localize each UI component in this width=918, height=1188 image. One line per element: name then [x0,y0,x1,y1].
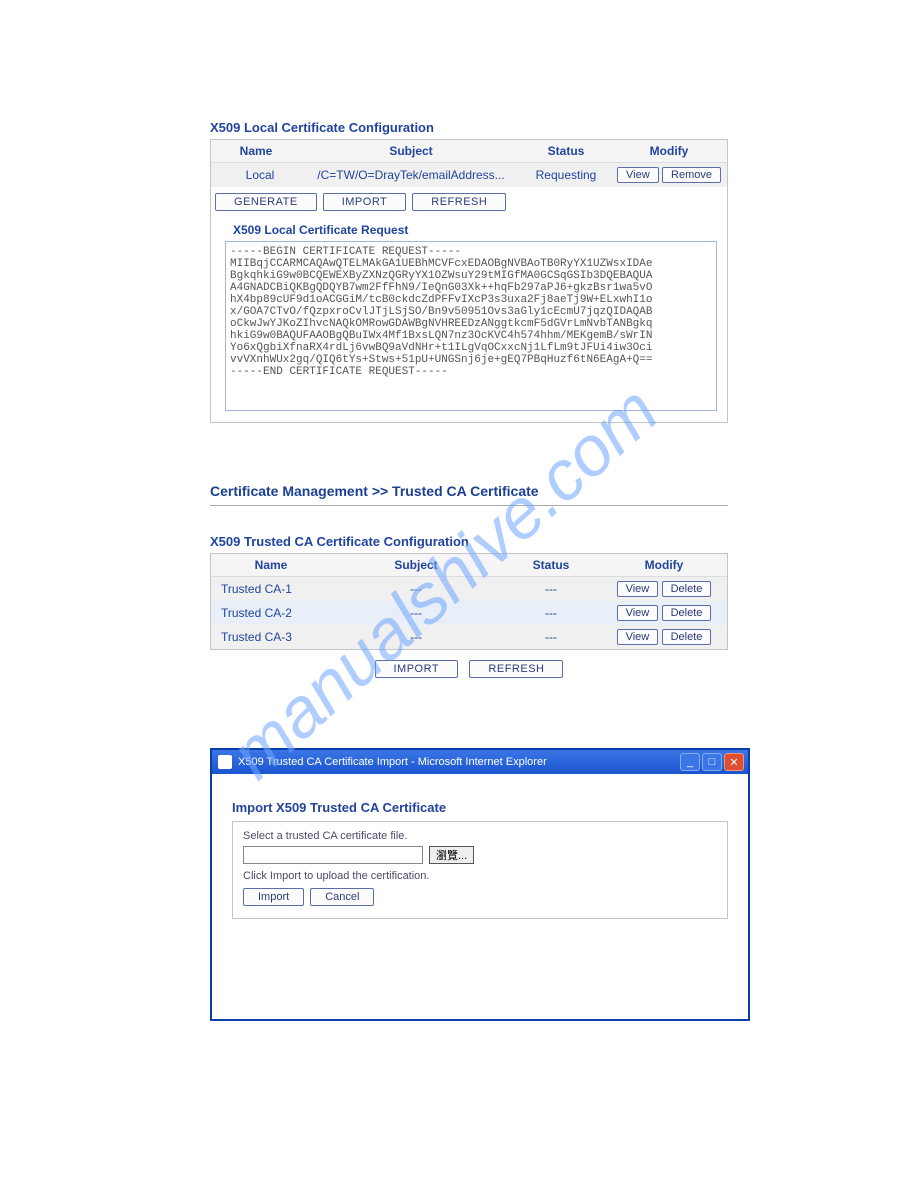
view-button[interactable]: View [617,629,659,645]
col-status: Status [521,140,611,163]
cell-name: Trusted CA-1 [211,577,331,602]
col-status: Status [501,554,601,577]
import-dialog: X509 Trusted CA Certificate Import - Mic… [210,748,750,1021]
cell-modify: View Remove [611,163,727,188]
delete-button[interactable]: Delete [662,581,712,597]
cell-status: --- [501,601,601,625]
import-submit-button[interactable]: Import [243,888,304,906]
table-row: Local /C=TW/O=DrayTek/emailAddress... Re… [211,163,727,188]
view-button[interactable]: View [617,581,659,597]
trusted-ca-panel: Name Subject Status Modify Trusted CA-1-… [210,553,728,650]
upload-instruction: Click Import to upload the certification… [243,870,717,882]
import-button[interactable]: IMPORT [375,660,459,678]
cell-modify: View Delete [601,601,727,625]
cell-subject: --- [331,577,501,602]
view-button[interactable]: View [617,167,659,183]
local-cert-title: X509 Local Certificate Configuration [210,120,728,135]
cell-subject: /C=TW/O=DrayTek/emailAddress... [301,163,521,188]
import-heading: Import X509 Trusted CA Certificate [232,800,728,815]
cell-subject: --- [331,625,501,649]
cert-request-textarea[interactable] [225,241,717,411]
breadcrumb: Certificate Management >> Trusted CA Cer… [210,483,728,499]
local-cert-panel: Name Subject Status Modify Local /C=TW/O… [210,139,728,423]
import-button[interactable]: IMPORT [323,193,407,211]
col-subject: Subject [331,554,501,577]
file-path-input[interactable] [243,846,423,864]
generate-button[interactable]: GENERATE [215,193,317,211]
cert-request-title: X509 Local Certificate Request [225,221,717,241]
cell-status: --- [501,577,601,602]
col-name: Name [211,554,331,577]
cell-subject: --- [331,601,501,625]
browse-button[interactable]: 瀏覽... [429,846,474,864]
delete-button[interactable]: Delete [662,629,712,645]
col-modify: Modify [611,140,727,163]
remove-button[interactable]: Remove [662,167,721,183]
delete-button[interactable]: Delete [662,605,712,621]
table-row: Trusted CA-2------View Delete [211,601,727,625]
cell-status: --- [501,625,601,649]
col-name: Name [211,140,301,163]
cell-modify: View Delete [601,577,727,602]
local-cert-table: Name Subject Status Modify Local /C=TW/O… [211,140,727,187]
close-button[interactable]: ✕ [724,753,744,771]
cell-name: Trusted CA-2 [211,601,331,625]
cell-modify: View Delete [601,625,727,649]
table-row: Trusted CA-1------View Delete [211,577,727,602]
file-select-box: Select a trusted CA certificate file. 瀏覽… [232,821,728,919]
cell-status: Requesting [521,163,611,188]
cell-name: Local [211,163,301,188]
cancel-button[interactable]: Cancel [310,888,374,906]
cell-name: Trusted CA-3 [211,625,331,649]
refresh-button[interactable]: REFRESH [412,193,506,211]
trusted-ca-actions: IMPORT REFRESH [210,650,728,688]
dialog-title: X509 Trusted CA Certificate Import - Mic… [238,756,547,768]
table-row: Trusted CA-3------View Delete [211,625,727,649]
view-button[interactable]: View [617,605,659,621]
local-cert-actions: GENERATE IMPORT REFRESH [211,187,727,217]
divider [210,505,728,506]
col-subject: Subject [301,140,521,163]
minimize-button[interactable]: _ [680,753,700,771]
select-file-label: Select a trusted CA certificate file. [243,830,717,842]
refresh-button[interactable]: REFRESH [469,660,563,678]
col-modify: Modify [601,554,727,577]
maximize-button[interactable]: □ [702,753,722,771]
ie-icon [218,755,232,769]
trusted-ca-table: Name Subject Status Modify Trusted CA-1-… [211,554,727,649]
trusted-ca-title: X509 Trusted CA Certificate Configuratio… [210,534,728,549]
dialog-titlebar[interactable]: X509 Trusted CA Certificate Import - Mic… [212,750,748,774]
